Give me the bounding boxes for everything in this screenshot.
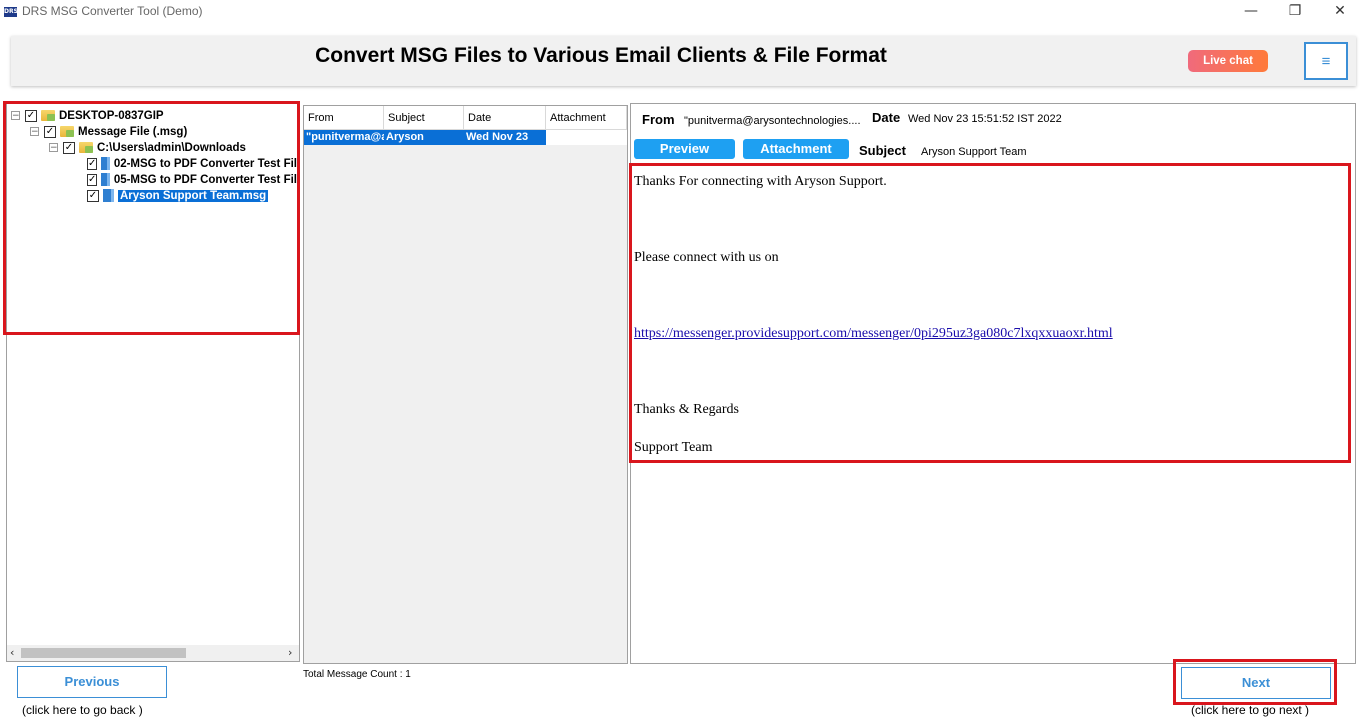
folder-tree-panel: − ✓ DESKTOP-0837GIP − ✓ Message File (.m… [6, 103, 300, 662]
tree-item-file[interactable]: ✓ 05-MSG to PDF Converter Test Fil [87, 172, 297, 187]
tree-item-desktop[interactable]: − ✓ DESKTOP-0837GIP [11, 108, 164, 123]
tree-item-label: 02-MSG to PDF Converter Test Fil [113, 157, 297, 170]
column-header-attachment[interactable]: Attachment [546, 106, 627, 130]
page-title: Convert MSG Files to Various Email Clien… [315, 44, 887, 67]
body-link[interactable]: https://messenger.providesupport.com/mes… [634, 326, 1113, 342]
preview-tab-button[interactable]: Preview [634, 139, 735, 159]
attachment-tab-button[interactable]: Attachment [743, 139, 849, 159]
msg-file-icon [103, 189, 114, 202]
header-banner: Convert MSG Files to Various Email Clien… [11, 36, 1356, 86]
window-title: DRS MSG Converter Tool (Demo) [22, 4, 203, 18]
restore-button[interactable]: ❐ [1273, 0, 1317, 24]
column-header-date[interactable]: Date [464, 106, 546, 130]
tree-item-label: C:\Users\admin\Downloads [97, 141, 246, 154]
table-cell-date[interactable]: Wed Nov 23 [464, 130, 546, 145]
tree-item-label: Aryson Support Team.msg [118, 189, 269, 202]
collapse-icon[interactable]: − [30, 127, 39, 137]
tree-item-label: Message File (.msg) [78, 125, 188, 138]
body-text: Please connect with us on [634, 250, 779, 265]
tree-checkbox[interactable]: ✓ [25, 109, 37, 122]
computer-folder-icon [41, 110, 55, 121]
tree-item-file[interactable]: ✓ 02-MSG to PDF Converter Test Fil [87, 156, 297, 171]
from-value: "punitverma@arysontechnologies.... [684, 115, 861, 127]
table-cell-subject[interactable]: Aryson [384, 130, 464, 145]
subject-value: Aryson Support Team [921, 146, 1027, 158]
app-logo-icon: DRS [4, 7, 18, 17]
tree-item-label: DESKTOP-0837GIP [59, 109, 164, 122]
scroll-left-icon[interactable]: ‹ [10, 646, 14, 659]
email-preview-panel: From "punitverma@arysontechnologies.... … [630, 103, 1356, 664]
tree-item-message-file[interactable]: − ✓ Message File (.msg) [30, 124, 187, 139]
msg-file-icon [101, 173, 110, 186]
table-cell-attachment[interactable] [546, 130, 627, 145]
msg-file-icon [101, 157, 110, 170]
column-header-subject[interactable]: Subject [384, 106, 464, 130]
from-label: From [642, 112, 675, 127]
body-text: Thanks For connecting with Aryson Suppor… [634, 174, 887, 189]
total-message-count: Total Message Count : 1 [303, 669, 411, 680]
body-text: Support Team [634, 440, 713, 455]
tree-item-label: 05-MSG to PDF Converter Test Fil [113, 173, 297, 186]
column-header-from[interactable]: From [304, 106, 384, 130]
live-chat-button[interactable]: Live chat [1188, 50, 1268, 72]
next-button[interactable]: Next [1181, 667, 1331, 699]
table-cell-from[interactable]: "punitverma@arysontechnologies.com" [304, 130, 384, 145]
date-label: Date [872, 110, 901, 125]
date-value: Wed Nov 23 15:51:52 IST 2022 [908, 113, 1062, 125]
tree-checkbox[interactable]: ✓ [87, 189, 99, 202]
tree-item-downloads[interactable]: − ✓ C:\Users\admin\Downloads [49, 140, 246, 155]
collapse-icon[interactable]: − [11, 111, 20, 121]
hamburger-icon: ≡ [1321, 53, 1331, 70]
tree-checkbox[interactable]: ✓ [63, 141, 75, 154]
body-text: Thanks & Regards [634, 402, 739, 417]
minimize-button[interactable]: — [1229, 0, 1273, 24]
horizontal-scrollbar[interactable]: ‹ › [7, 645, 299, 661]
collapse-icon[interactable]: − [49, 143, 58, 153]
message-list-panel: From Subject Date Attachment "punitverma… [303, 105, 628, 664]
scroll-right-icon[interactable]: › [288, 646, 292, 659]
folder-icon [60, 126, 74, 137]
title-bar: DRS DRS MSG Converter Tool (Demo) — ❐ ✕ [0, 0, 1365, 26]
folder-icon [79, 142, 93, 153]
tree-checkbox[interactable]: ✓ [44, 125, 56, 138]
menu-button[interactable]: ≡ [1304, 42, 1348, 80]
scroll-thumb[interactable] [21, 648, 186, 658]
close-button[interactable]: ✕ [1318, 0, 1362, 24]
next-hint: (click here to go next ) [1191, 703, 1310, 717]
tree-checkbox[interactable]: ✓ [87, 173, 98, 186]
previous-hint: (click here to go back ) [22, 703, 143, 717]
tree-item-file-selected[interactable]: ✓ Aryson Support Team.msg [87, 188, 269, 203]
subject-label: Subject [859, 143, 906, 158]
tree-checkbox[interactable]: ✓ [87, 157, 98, 170]
previous-button[interactable]: Previous [17, 666, 167, 698]
